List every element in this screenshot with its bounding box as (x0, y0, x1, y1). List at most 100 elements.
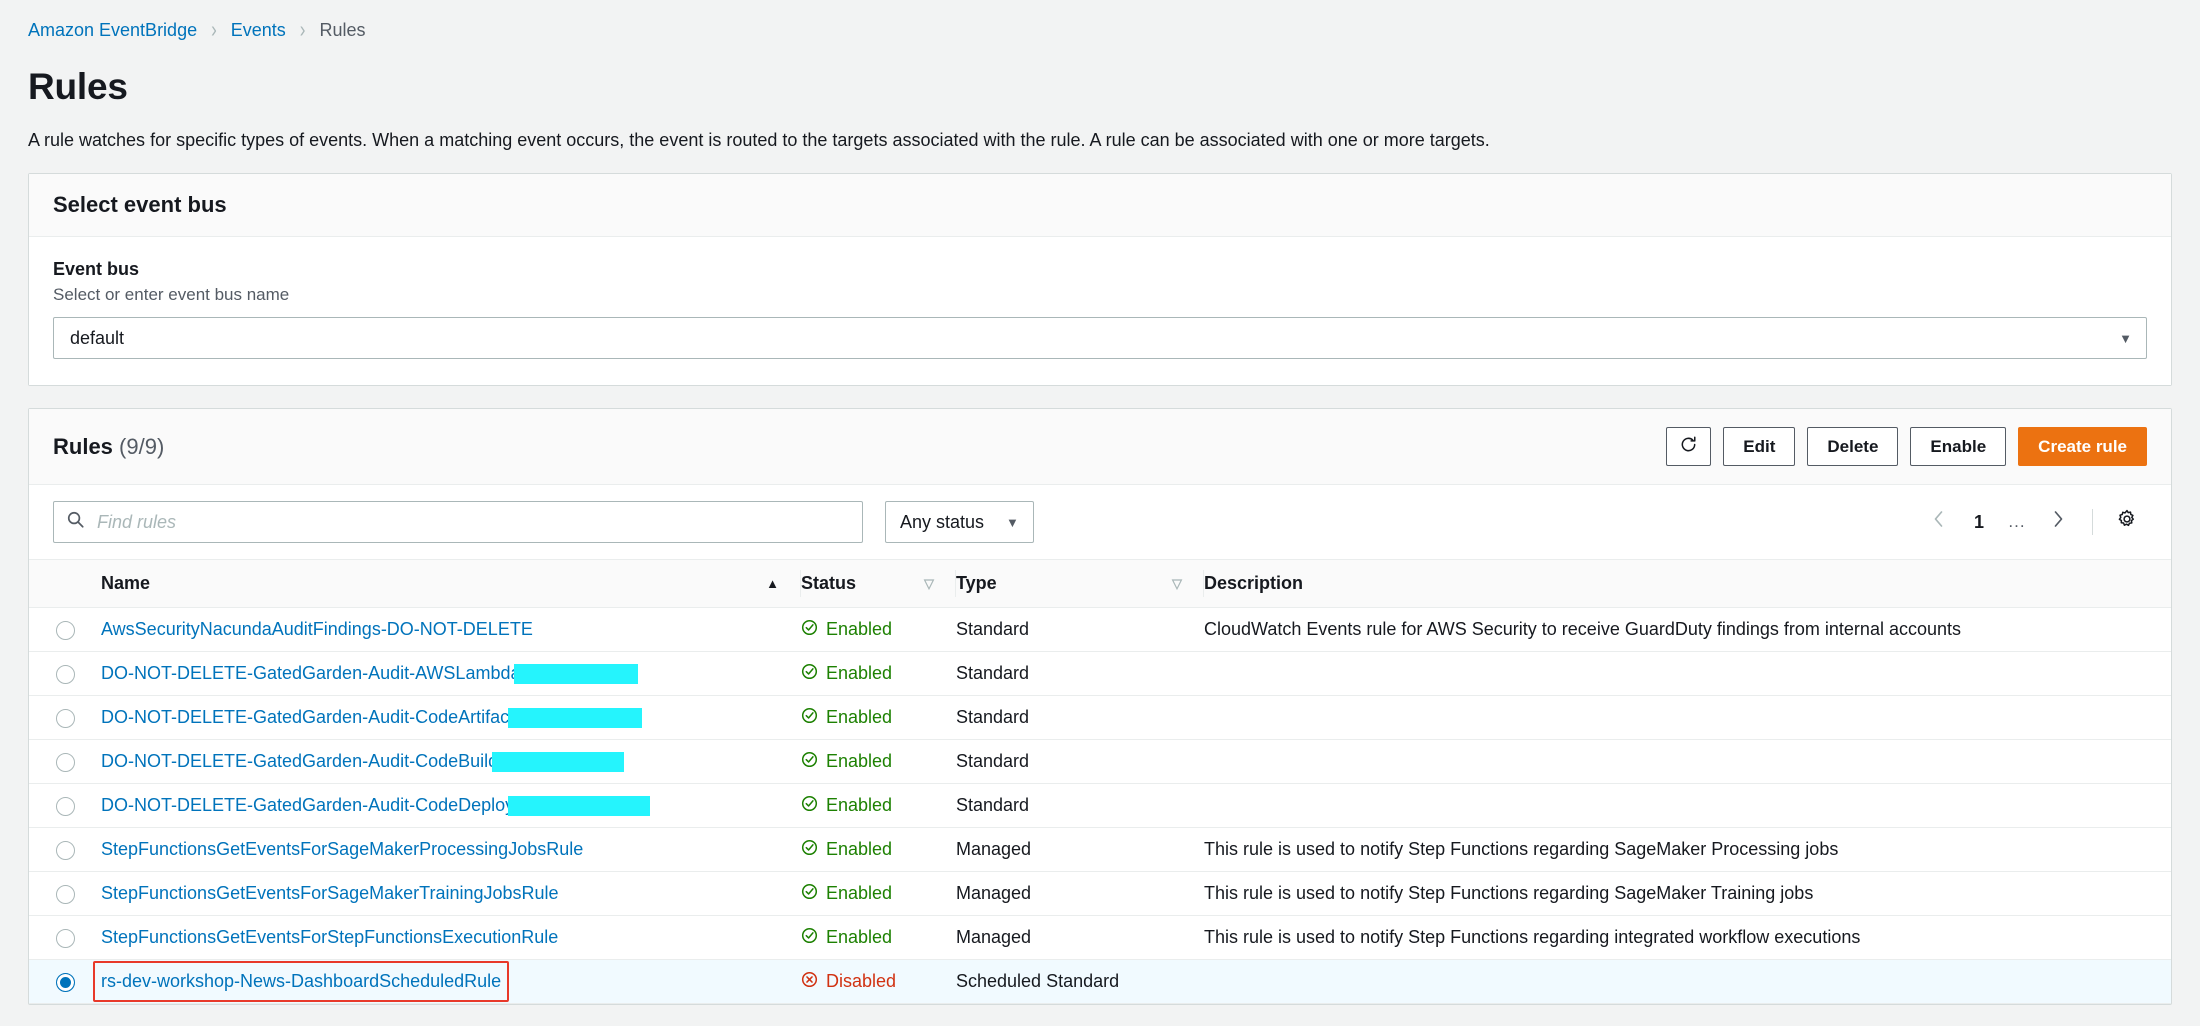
rule-name-link[interactable]: DO-NOT-DELETE-GatedGarden-Audit-CodeArti… (101, 707, 514, 727)
row-radio-button[interactable] (55, 840, 75, 860)
rule-name-link[interactable]: DO-NOT-DELETE-GatedGarden-Audit-CodeDepl… (101, 795, 514, 815)
rule-name-wrapper: StepFunctionsGetEventsForSageMakerTraini… (101, 883, 559, 904)
enable-button[interactable]: Enable (1910, 427, 2007, 466)
status-label: Enabled (826, 663, 893, 683)
header-type-label: Type (956, 573, 997, 593)
rule-name-wrapper: DO-NOT-DELETE-GatedGarden-Audit-CodeBuil… (101, 751, 625, 772)
redaction-overlay (508, 795, 651, 816)
table-row[interactable]: rs-dev-workshop-News-DashboardScheduledR… (29, 959, 2171, 1004)
table-row[interactable]: StepFunctionsGetEventsForSageMakerTraini… (29, 871, 2171, 916)
table-row[interactable]: StepFunctionsGetEventsForStepFunctionsEx… (29, 915, 2171, 960)
gear-icon (2117, 509, 2137, 535)
row-radio-button[interactable] (55, 884, 75, 904)
header-status[interactable]: Status ▽ (801, 559, 956, 608)
rule-name-wrapper: DO-NOT-DELETE-GatedGarden-Audit-CodeDepl… (101, 795, 651, 816)
rule-type-cell: Managed (956, 871, 1204, 916)
prev-page-button[interactable] (1918, 502, 1958, 542)
status-label: Enabled (826, 839, 893, 859)
rule-name-wrapper: AwsSecurityNacundaAuditFindings-DO-NOT-D… (101, 619, 533, 640)
table-row[interactable]: StepFunctionsGetEventsForSageMakerProces… (29, 827, 2171, 872)
row-select-cell[interactable] (29, 827, 101, 872)
rule-name-cell: StepFunctionsGetEventsForSageMakerTraini… (101, 871, 801, 916)
table-row[interactable]: DO-NOT-DELETE-GatedGarden-Audit-CodeDepl… (29, 783, 2171, 828)
table-row[interactable]: DO-NOT-DELETE-GatedGarden-Audit-AWSLambd… (29, 651, 2171, 696)
refresh-icon (1679, 435, 1698, 459)
select-event-bus-panel: Select event bus Event bus Select or ent… (28, 173, 2172, 386)
rule-type-label: Standard (956, 663, 1030, 683)
status-filter-select[interactable]: Any status ▼ (885, 501, 1034, 543)
edit-button[interactable]: Edit (1723, 427, 1796, 466)
status-filter-label: Any status (900, 511, 985, 532)
check-circle-icon (801, 795, 818, 817)
rule-type-cell: Managed (956, 827, 1204, 872)
rule-name-link[interactable]: AwsSecurityNacundaAuditFindings-DO-NOT-D… (101, 619, 533, 639)
rule-name-cell: StepFunctionsGetEventsForSageMakerProces… (101, 827, 801, 872)
rule-type-label: Managed (956, 927, 1032, 947)
row-select-cell[interactable] (29, 915, 101, 960)
row-radio-button[interactable] (55, 796, 75, 816)
row-radio-button[interactable] (55, 708, 75, 728)
breadcrumb-item-amazon-eventbridge[interactable]: Amazon EventBridge (28, 20, 197, 41)
rule-name-link[interactable]: StepFunctionsGetEventsForStepFunctionsEx… (101, 927, 558, 947)
rules-filter-row: Any status ▼ 1 ... (29, 485, 2171, 559)
search-box[interactable] (53, 501, 863, 543)
rule-name-link[interactable]: DO-NOT-DELETE-GatedGarden-Audit-CodeBuil… (101, 751, 498, 771)
status-label: Enabled (826, 751, 893, 771)
row-select-cell[interactable] (29, 783, 101, 828)
rule-status-cell: Enabled (801, 607, 956, 652)
header-name-label: Name (101, 573, 151, 593)
row-select-cell[interactable] (29, 739, 101, 784)
select-event-bus-header: Select event bus (29, 174, 2171, 237)
rule-name-link[interactable]: DO-NOT-DELETE-GatedGarden-Audit-AWSLambd… (101, 663, 520, 683)
rule-description-cell (1204, 695, 2171, 740)
rule-description-label: CloudWatch Events rule for AWS Security … (1204, 619, 1961, 639)
rule-name-cell: StepFunctionsGetEventsForStepFunctionsEx… (101, 915, 801, 960)
row-radio-button[interactable] (55, 752, 75, 772)
rule-name-link[interactable]: StepFunctionsGetEventsForSageMakerTraini… (101, 883, 559, 903)
breadcrumb: Amazon EventBridge › Events › Rules (0, 0, 2200, 43)
row-radio-button[interactable] (55, 928, 75, 948)
rule-type-label: Scheduled Standard (956, 971, 1120, 991)
row-select-cell[interactable] (29, 651, 101, 696)
table-row[interactable]: DO-NOT-DELETE-GatedGarden-Audit-CodeArti… (29, 695, 2171, 740)
table-row[interactable]: DO-NOT-DELETE-GatedGarden-Audit-CodeBuil… (29, 739, 2171, 784)
redaction-overlay (514, 663, 639, 684)
page-number-1[interactable]: 1 (1962, 505, 1996, 539)
rules-panel: Rules (9/9) Edit Delete Enable Create ru… (28, 408, 2172, 1005)
row-select-cell[interactable] (29, 607, 101, 652)
refresh-button[interactable] (1666, 427, 1712, 466)
rule-description-label: This rule is used to notify Step Functio… (1204, 883, 1814, 903)
table-settings-button[interactable] (2107, 502, 2147, 542)
header-type[interactable]: Type ▽ (956, 559, 1204, 608)
breadcrumb-item-events[interactable]: Events (231, 20, 286, 41)
row-select-cell[interactable] (29, 695, 101, 740)
rule-status-cell: Enabled (801, 651, 956, 696)
rule-name-link[interactable]: StepFunctionsGetEventsForSageMakerProces… (101, 839, 583, 859)
rule-type-cell: Standard (956, 783, 1204, 828)
row-select-cell[interactable] (29, 959, 101, 1004)
rule-description-cell: This rule is used to notify Step Functio… (1204, 915, 2171, 960)
row-select-cell[interactable] (29, 871, 101, 916)
rule-type-label: Managed (956, 839, 1032, 859)
create-rule-button[interactable]: Create rule (2018, 427, 2147, 466)
table-row[interactable]: AwsSecurityNacundaAuditFindings-DO-NOT-D… (29, 607, 2171, 652)
search-input[interactable] (95, 510, 850, 534)
sort-ascending-icon: ▲ (766, 576, 779, 591)
event-bus-select[interactable]: default ▼ (53, 317, 2147, 359)
rule-description-label: This rule is used to notify Step Functio… (1204, 927, 1861, 947)
delete-button[interactable]: Delete (1807, 427, 1899, 466)
rule-name-cell: DO-NOT-DELETE-GatedGarden-Audit-CodeBuil… (101, 739, 801, 784)
rule-name-cell: DO-NOT-DELETE-GatedGarden-Audit-CodeArti… (101, 695, 801, 740)
row-radio-button[interactable] (55, 664, 75, 684)
status-badge: Enabled (801, 839, 892, 861)
header-name[interactable]: Name ▲ (101, 559, 801, 608)
rule-name-link[interactable]: rs-dev-workshop-News-DashboardScheduledR… (101, 971, 501, 991)
next-page-button[interactable] (2038, 502, 2078, 542)
row-radio-button[interactable] (55, 620, 75, 640)
rule-name-cell: DO-NOT-DELETE-GatedGarden-Audit-CodeDepl… (101, 783, 801, 828)
rule-status-cell: Enabled (801, 783, 956, 828)
pagination-divider (2092, 509, 2093, 535)
rules-actions: Edit Delete Enable Create rule (1666, 427, 2147, 466)
select-event-bus-title: Select event bus (53, 192, 227, 217)
row-radio-button[interactable] (55, 972, 75, 992)
